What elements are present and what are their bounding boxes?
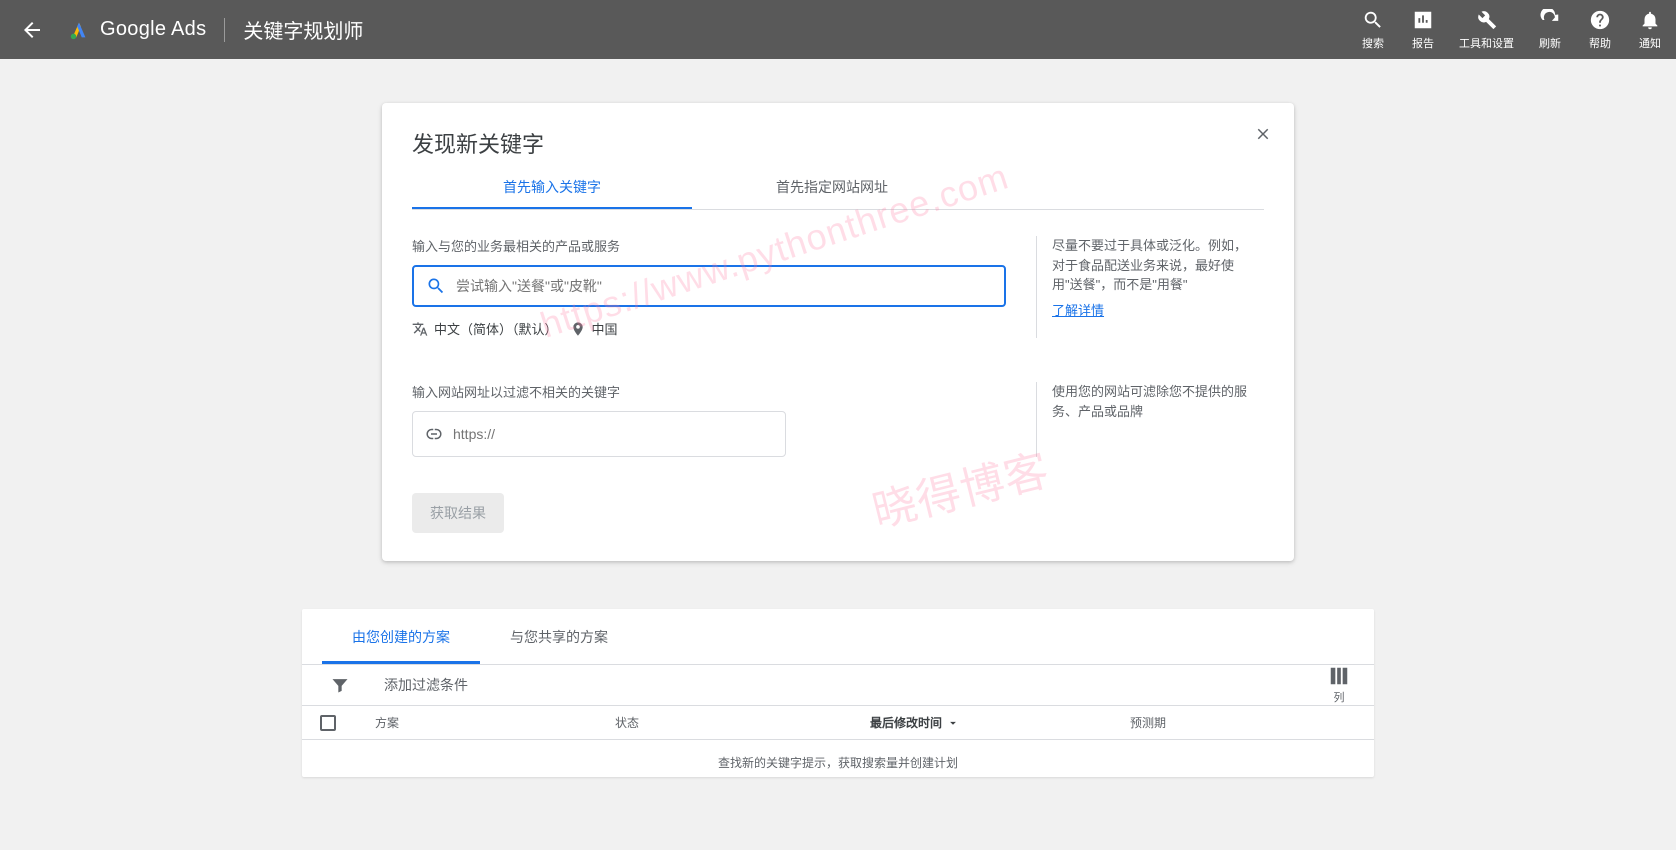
empty-message: 查找新的关键字提示，获取搜索量并创建计划 [302, 740, 1374, 777]
th-status[interactable]: 状态 [615, 714, 870, 731]
header-refresh-button[interactable]: 刷新 [1536, 9, 1564, 51]
header-notify-button[interactable]: 通知 [1636, 9, 1664, 51]
header-help-button[interactable]: 帮助 [1586, 9, 1614, 51]
url-input-wrap[interactable] [412, 411, 786, 457]
bell-icon [1639, 9, 1661, 31]
report-icon [1412, 9, 1434, 31]
plans-panel: 由您创建的方案 与您共享的方案 添加过滤条件 列 方案 状态 最后修改时间 预测… [302, 609, 1374, 777]
logo-text: Google Ads [100, 18, 206, 41]
th-plan[interactable]: 方案 [375, 714, 615, 731]
refresh-icon [1539, 9, 1561, 31]
tip-panel-1: 尽量不要过于具体或泛化。例如，对于食品配送业务来说，最好使用"送餐"，而不是"用… [1036, 236, 1256, 338]
link-icon [425, 425, 443, 443]
logo[interactable]: Google Ads [68, 18, 206, 41]
tip-panel-2: 使用您的网站可滤除您不提供的服务、产品或品牌 [1036, 382, 1256, 457]
header-divider [224, 18, 225, 42]
header-tools-button[interactable]: 工具和设置 [1459, 9, 1514, 51]
card-title: 发现新关键字 [412, 127, 1264, 159]
page-title: 关键字规划师 [243, 15, 363, 44]
help-icon [1589, 9, 1611, 31]
select-all-checkbox[interactable] [320, 715, 336, 731]
discover-keywords-card: 发现新关键字 首先输入关键字 首先指定网站网址 输入与您的业务最相关的产品或服务… [382, 103, 1294, 561]
plans-table-header: 方案 状态 最后修改时间 预测期 [302, 706, 1374, 740]
location-value[interactable]: 中国 [592, 319, 618, 338]
th-last-modified[interactable]: 最后修改时间 [870, 714, 1130, 731]
google-ads-logo-icon [68, 19, 90, 41]
get-results-button[interactable]: 获取结果 [412, 493, 504, 533]
tab-plans-shared[interactable]: 与您共享的方案 [480, 609, 638, 664]
app-header: Google Ads 关键字规划师 搜索 报告 工具和设置 刷新 帮助 通知 [0, 0, 1676, 59]
products-label: 输入与您的业务最相关的产品或服务 [412, 236, 1006, 255]
search-icon [426, 276, 446, 296]
language-location-row: 中文（简体）（默认） 中国 [412, 319, 1006, 338]
card-tabs: 首先输入关键字 首先指定网站网址 [412, 167, 1264, 210]
header-report-button[interactable]: 报告 [1409, 9, 1437, 51]
tab-enter-website[interactable]: 首先指定网站网址 [692, 167, 972, 209]
back-arrow-icon[interactable] [20, 18, 44, 42]
tab-plans-created[interactable]: 由您创建的方案 [322, 609, 480, 664]
th-forecast[interactable]: 预测期 [1130, 714, 1356, 731]
learn-more-link[interactable]: 了解详情 [1052, 301, 1256, 321]
wrench-icon [1476, 9, 1498, 31]
filter-icon[interactable] [330, 675, 350, 695]
url-filter-label: 输入网站网址以过滤不相关的关键字 [412, 382, 1006, 401]
columns-icon [1328, 665, 1350, 687]
keyword-input[interactable] [456, 278, 992, 294]
close-icon[interactable] [1254, 125, 1272, 143]
columns-button[interactable]: 列 [1328, 665, 1350, 705]
translate-icon [412, 321, 428, 337]
url-input[interactable] [453, 426, 773, 442]
add-filter-button[interactable]: 添加过滤条件 [384, 675, 468, 695]
keyword-input-wrap[interactable] [412, 265, 1006, 307]
search-icon [1362, 9, 1384, 31]
header-search-button[interactable]: 搜索 [1359, 9, 1387, 51]
language-value[interactable]: 中文（简体）（默认） [434, 319, 558, 338]
chevron-down-icon [946, 716, 960, 730]
tab-enter-keywords[interactable]: 首先输入关键字 [412, 167, 692, 209]
location-icon [570, 321, 586, 337]
